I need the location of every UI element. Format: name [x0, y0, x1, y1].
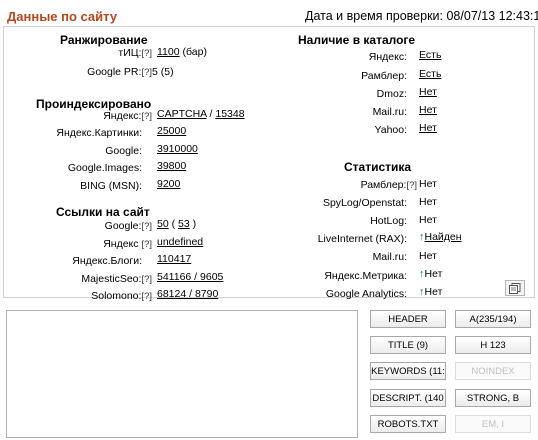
description-button[interactable]: DESCRIPT. (140	[370, 389, 446, 407]
header-button[interactable]: HEADER	[370, 310, 446, 328]
datetime-label: Дата и время проверки:	[305, 9, 443, 23]
yandex-blogs-link[interactable]: 110417	[157, 253, 191, 265]
bing-label: BING (MSN):	[80, 180, 142, 192]
help-icon[interactable]: [?]	[141, 67, 152, 78]
em-button[interactable]: EM, I	[455, 415, 531, 433]
indexed-yandex-count-link[interactable]: 15348	[215, 108, 244, 120]
bing-link[interactable]: 9200	[157, 178, 180, 190]
majestic-link[interactable]: 541166 / 9605	[157, 271, 223, 283]
catalog-yahoo-value: Нет	[419, 122, 437, 134]
links-yandex-link[interactable]: undefined	[157, 236, 203, 248]
check-datetime: Дата и время проверки: 08/07/13 12:43:19	[305, 9, 538, 23]
google-images-value: 39800	[157, 160, 186, 172]
yandex-images-link[interactable]: 25000	[157, 125, 186, 137]
links-google-link-2[interactable]: 53	[178, 218, 190, 230]
google-indexed-link[interactable]: 3910000	[157, 143, 198, 155]
bing-value: 9200	[157, 178, 180, 190]
catalog-rambler-link[interactable]: Есть	[419, 68, 441, 80]
help-icon[interactable]: [?]	[141, 291, 152, 302]
copy-icon	[509, 282, 521, 294]
links-google-value: 50 ( 53 )	[157, 218, 197, 230]
datetime-value: 08/07/13 12:43:19	[446, 9, 538, 23]
captcha-link[interactable]: CAPTCHA	[157, 108, 207, 120]
stats-spylog-label: SpyLog/Openstat:	[322, 197, 407, 209]
stats-metrika-label: Яндекс.Метрика:	[324, 270, 407, 282]
section-indexed-title: Проиндексировано	[36, 97, 152, 111]
google-images-label: Google.Images:	[67, 162, 142, 174]
stats-mailru-value: Нет	[419, 250, 437, 262]
output-textarea[interactable]	[6, 310, 358, 438]
solomono-link[interactable]: 68124 / 8790	[157, 288, 218, 300]
help-icon[interactable]: [?]	[141, 274, 152, 285]
catalog-dmoz-value: Нет	[419, 86, 437, 98]
stats-hotlog-label: HotLog:	[370, 215, 407, 227]
indexed-yandex-value: CAPTCHA / 15348	[157, 108, 245, 120]
catalog-mailru-value: Нет	[419, 104, 437, 116]
help-icon[interactable]: [?]	[141, 221, 152, 232]
links-google-label: Google:[?]	[104, 220, 152, 232]
catalog-yandex-label: Яндекс:	[368, 51, 407, 63]
stats-rambler-value: Нет	[419, 178, 437, 190]
help-icon[interactable]: [?]	[141, 239, 152, 250]
yandex-images-label: Яндекс.Картинки:	[56, 127, 142, 139]
robots-button[interactable]: ROBOTS.TXT	[370, 415, 446, 433]
stats-analytics-label: Google Analytics:	[325, 288, 407, 300]
majestic-value: 541166 / 9605	[157, 271, 223, 283]
stats-rambler-label: Рамблер:[?]	[360, 179, 417, 191]
catalog-yahoo-label: Yahoo:	[374, 124, 408, 136]
a-tags-button[interactable]: A(235/194)	[455, 310, 531, 328]
google-indexed-value: 3910000	[157, 143, 198, 155]
yandex-blogs-label: Яндекс.Блоги:	[72, 255, 142, 267]
yandex-images-value: 25000	[157, 125, 186, 137]
catalog-rambler-value: Есть	[419, 68, 441, 80]
help-icon[interactable]: [?]	[141, 48, 152, 59]
tic-label: тИЦ:[?]	[118, 47, 152, 59]
tic-link[interactable]: 1100	[157, 46, 180, 58]
catalog-dmoz-link[interactable]: Нет	[419, 86, 437, 98]
stats-liveinternet-label: LiveInternet (RAX):	[317, 233, 407, 245]
title-button[interactable]: TITLE (9)	[370, 336, 446, 354]
indexed-yandex-label: Яндекс:[?]	[103, 110, 152, 122]
page-title: Данные по сайту	[7, 9, 118, 24]
google-images-link[interactable]: 39800	[157, 160, 186, 172]
links-yandex-value: undefined	[157, 236, 203, 248]
section-ranking-title: Ранжирование	[60, 33, 148, 47]
pr-label: Google PR:[?]	[87, 66, 152, 78]
catalog-yahoo-link[interactable]: Нет	[419, 122, 437, 134]
catalog-dmoz-label: Dmoz:	[376, 88, 407, 100]
copy-button[interactable]	[505, 280, 525, 296]
solomono-label: Solomono:[?]	[91, 290, 152, 302]
stats-spylog-value: Нет	[419, 196, 437, 208]
solomono-value: 68124 / 8790	[157, 288, 218, 300]
liveinternet-link[interactable]: Найден	[425, 231, 462, 243]
links-google-link-1[interactable]: 50	[157, 218, 169, 230]
yandex-blogs-value: 110417	[157, 253, 191, 265]
catalog-yandex-value: Есть	[419, 49, 441, 61]
stats-hotlog-value: Нет	[419, 214, 437, 226]
strong-button[interactable]: STRONG, B	[455, 389, 531, 407]
help-icon[interactable]: [?]	[141, 111, 152, 122]
tic-value: 1100 (бар)	[157, 46, 207, 58]
section-links-title: Ссылки на сайт	[56, 205, 150, 219]
stats-liveinternet-value: ↑Найден	[419, 231, 462, 243]
stats-mailru-label: Mail.ru:	[372, 251, 407, 263]
google-indexed-label: Google:	[105, 145, 142, 157]
links-yandex-label: Яндекс [?]	[103, 238, 152, 250]
section-catalog-title: Наличие в каталоге	[298, 33, 416, 47]
catalog-mailru-link[interactable]: Нет	[419, 104, 437, 116]
stats-analytics-value: ↑Нет	[419, 286, 443, 298]
noindex-button[interactable]: NOINDEX	[455, 362, 531, 380]
stats-metrika-value: ↑Нет	[419, 268, 443, 280]
h-tags-button[interactable]: H 123	[455, 336, 531, 354]
keywords-button[interactable]: KEYWORDS (11:	[370, 362, 446, 380]
catalog-yandex-link[interactable]: Есть	[419, 49, 441, 61]
catalog-mailru-label: Mail.ru:	[372, 106, 407, 118]
catalog-rambler-label: Рамблер:	[361, 70, 407, 82]
pr-value: 5 (5)	[152, 66, 174, 78]
majestic-label: MajesticSeo:[?]	[81, 273, 152, 285]
section-stats-title: Статистика	[344, 160, 412, 174]
help-icon[interactable]: [?]	[406, 180, 417, 191]
